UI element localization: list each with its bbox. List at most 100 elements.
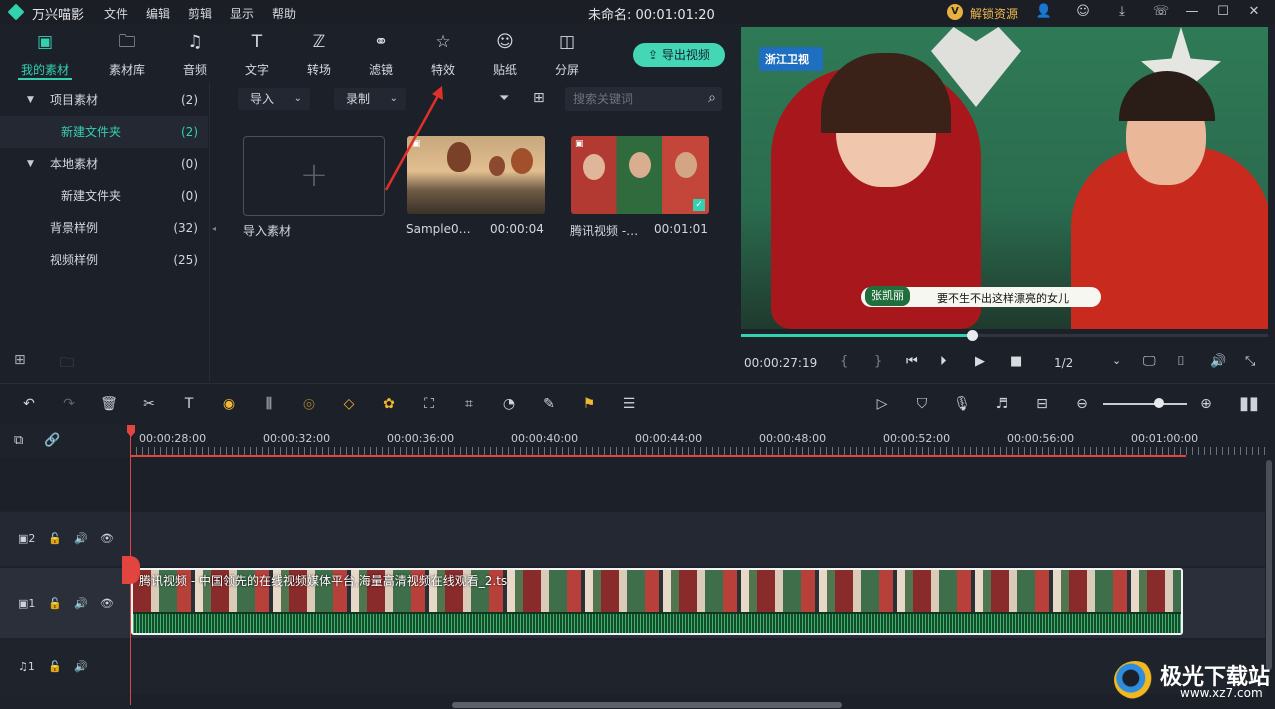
collapse-panel-icon[interactable]: ◂ [212,224,216,233]
add-folder-icon[interactable]: ⊞ [14,352,26,368]
close-icon[interactable]: ✕ [1245,3,1263,21]
fit-timeline-icon[interactable]: ⊟ [1033,395,1051,413]
search-icon[interactable]: ⌕ [708,90,716,106]
menu-help[interactable]: 帮助 [272,5,296,22]
previous-frame-icon[interactable]: ⏮ [906,354,918,369]
menu-clip[interactable]: 剪辑 [188,5,212,22]
expand-triangle-icon[interactable]: ▼ [27,148,34,180]
search-input[interactable] [573,90,693,108]
tree-item-new-folder-selected[interactable]: 新建文件夹 (2) [0,116,208,148]
vertical-scrollbar[interactable] [1266,460,1272,670]
tree-item-video-samples[interactable]: 视频样例 (25) [0,244,208,276]
tree-item-background-samples[interactable]: 背景样例 (32) [0,212,208,244]
tree-item-new-folder[interactable]: 新建文件夹 (0) [0,180,208,212]
tab-split-screen[interactable]: ◫ 分屏 [537,31,597,78]
feedback-icon[interactable]: ☺ [1074,3,1092,21]
track-empty-top [0,458,1265,510]
adjust-settings-icon[interactable]: ☰ [620,395,638,413]
mark-out-icon[interactable]: } [874,354,882,369]
speed-icon[interactable]: ◉ [220,395,238,413]
mark-in-icon[interactable]: { [840,354,848,369]
mosaic-icon[interactable]: ⚑ [580,395,598,413]
menu-edit[interactable]: 编辑 [146,5,170,22]
grid-view-icon[interactable]: ⊞ [533,90,545,106]
filter-funnel-icon[interactable]: ⏷ [499,91,509,106]
color-pick-icon[interactable]: ✎ [540,395,558,413]
redo-icon[interactable]: ↷ [60,395,78,413]
user-icon[interactable]: 👤 [1035,3,1053,21]
unlock-resources-link[interactable]: 解锁资源 [970,5,1018,22]
step-forward-icon[interactable]: ⏵ [940,354,947,369]
tab-text[interactable]: T 文字 [227,31,287,78]
zoom-slider-knob[interactable] [1154,398,1164,408]
video-preview-frame[interactable]: 浙江卫视 张凯丽 要不生不出这样漂亮的女儿 [741,27,1268,329]
vip-badge-icon[interactable]: V [947,4,963,20]
eye-icon[interactable]: 👁 [100,532,114,545]
color-palette-icon[interactable]: ✿ [380,395,398,413]
import-dropdown[interactable]: 导入 ⌄ [238,88,310,110]
scene-detect-icon[interactable]: ⛶ [420,395,438,413]
zoom-slider[interactable] [1103,403,1187,405]
ruler-label: 00:01:00:00 [1131,432,1199,445]
audio-mixer-icon[interactable]: ♬ [993,395,1011,413]
import-media-tile[interactable]: + [243,136,385,216]
folder-icon: 🗀 [118,32,136,52]
layout-toggle-icon[interactable]: ▮▮ [1237,395,1261,413]
download-icon[interactable]: ⤓ [1113,3,1131,21]
folder-outline-icon[interactable]: 🗀 [60,352,74,376]
preview-progress-knob[interactable] [967,330,978,341]
play-icon[interactable]: ▶ [975,354,985,369]
cut-icon[interactable]: ✂ [140,395,158,413]
lock-icon[interactable]: 🔓 [48,532,62,545]
add-track-icon[interactable]: ⧉ [14,433,23,448]
zoom-out-icon[interactable]: ⊖ [1073,395,1091,413]
camera-snapshot-icon[interactable]: ⌷ [1177,354,1185,369]
shield-marker-icon[interactable]: ⛉ [913,395,931,413]
crop-icon[interactable]: ⌗ [460,395,478,413]
video-clip[interactable]: 腾讯视频 - 中国领先的在线视频媒体平台,海量高清视频在线观看_2.ts [131,568,1183,635]
microphone-icon[interactable]: 🎙 [953,395,971,413]
chevron-down-icon[interactable]: ⌄ [1112,354,1121,367]
stop-icon[interactable]: ■ [1010,354,1022,369]
volume-icon[interactable]: 🔊 [74,597,88,610]
volume-icon[interactable]: 🔊 [74,532,88,545]
volume-icon[interactable]: 🔊 [74,660,88,673]
expand-triangle-icon[interactable]: ▼ [27,84,34,116]
tab-audio[interactable]: ♫ 音频 [165,31,225,78]
minimize-icon[interactable]: — [1183,3,1201,21]
volume-icon[interactable]: 🔊 [1210,354,1226,369]
media-thumb-tencent[interactable]: ▣ ✓ [571,136,709,214]
tree-label: 视频样例 [50,253,99,267]
menu-view[interactable]: 显示 [230,5,254,22]
fullscreen-icon[interactable]: ⤡ [1245,354,1255,369]
text-add-icon[interactable]: T [180,395,198,413]
tree-label: 新建文件夹 [61,125,122,139]
export-video-button[interactable]: ⇪ 导出视频 [633,43,725,67]
render-preview-icon[interactable]: ▷ [873,395,891,413]
support-icon[interactable]: ☏ [1152,3,1170,21]
delete-icon[interactable]: 🗑 [100,395,118,413]
tab-effects[interactable]: ☆ 特效 [413,31,473,78]
maximize-icon[interactable]: ☐ [1214,3,1232,21]
monitor-icon[interactable]: 🖵 [1143,354,1156,369]
eye-icon[interactable]: 👁 [100,597,114,610]
lock-icon[interactable]: 🔓 [48,597,62,610]
tab-sticker[interactable]: ☺ 贴纸 [475,31,535,78]
undo-icon[interactable]: ↶ [20,395,38,413]
zoom-in-icon[interactable]: ⊕ [1197,395,1215,413]
tab-library[interactable]: 🗀 素材库 [97,31,157,78]
tab-my-media[interactable]: ▣ 我的素材 [15,31,75,78]
auto-beat-icon[interactable]: ◎ [300,395,318,413]
link-icon[interactable]: 🔗 [44,433,60,448]
speedometer-icon[interactable]: ◔ [500,395,518,413]
horizontal-scrollbar[interactable] [452,702,842,708]
audio-split-icon[interactable]: ⫼ [260,395,278,413]
tree-item-local-media[interactable]: ▼ 本地素材 (0) [0,148,208,180]
menu-file[interactable]: 文件 [104,5,128,22]
tree-item-project-media[interactable]: ▼ 项目素材 (2) [0,84,208,116]
lock-icon[interactable]: 🔓 [48,660,62,673]
playhead-clip-marker[interactable] [122,556,140,584]
tab-filter[interactable]: ⚭ 滤镜 [351,31,411,78]
tab-transition[interactable]: ℤ 转场 [289,31,349,78]
keyframe-icon[interactable]: ◇ [340,395,358,413]
